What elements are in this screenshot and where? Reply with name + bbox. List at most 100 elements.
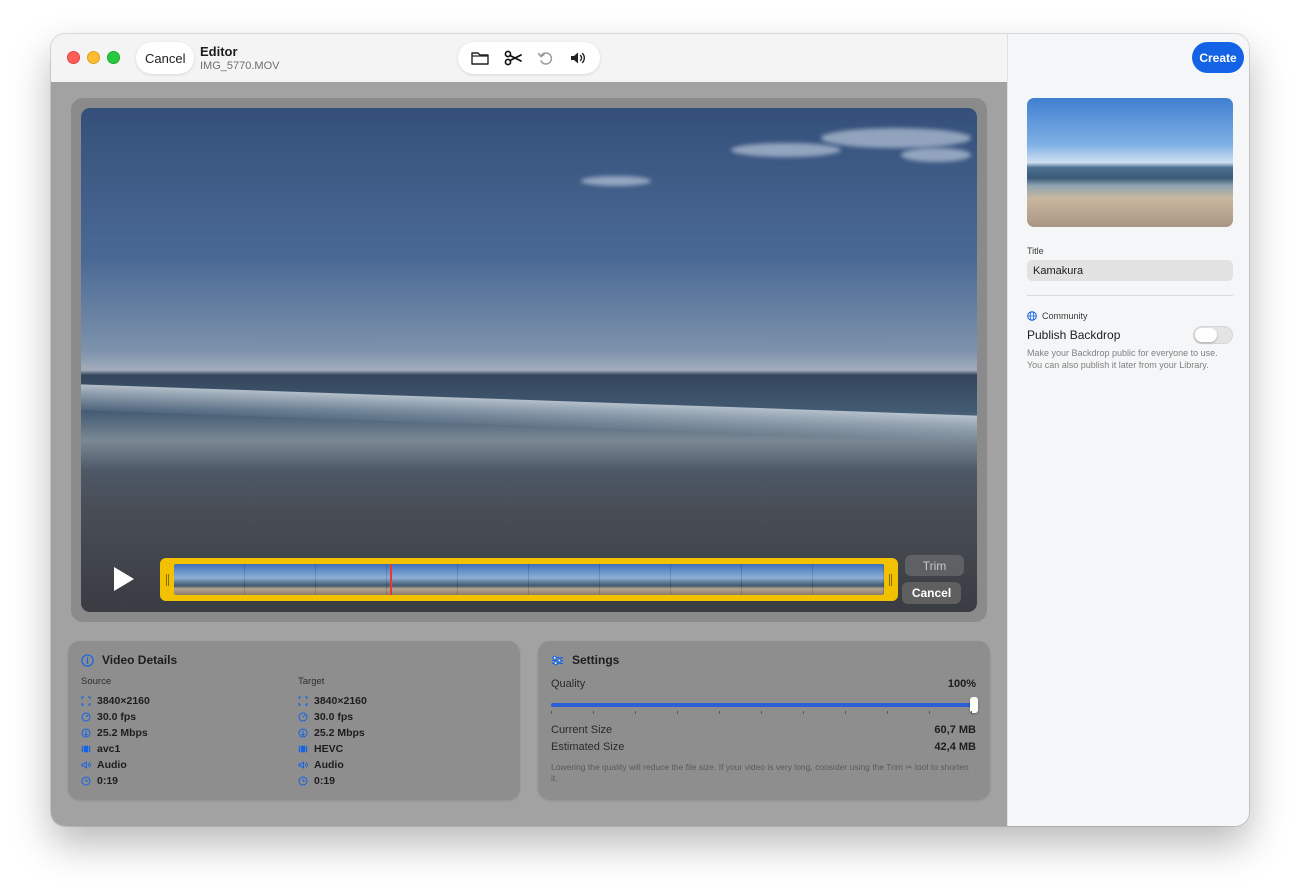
speaker-icon[interactable] <box>566 46 590 70</box>
estimated-size-value: 42,4 MB <box>934 741 976 753</box>
backdrop-thumbnail <box>1027 98 1233 227</box>
play-button[interactable] <box>111 566 135 592</box>
trim-start-handle[interactable] <box>166 574 169 586</box>
source-row: 25.2 Mbps <box>81 725 150 741</box>
video-frame: Trim Cancel <box>71 98 987 622</box>
publish-toggle-knob <box>1195 328 1217 342</box>
window-title: Editor <box>200 44 238 59</box>
duration-icon <box>81 776 91 786</box>
settings-heading: Settings <box>551 653 619 667</box>
timeline-frame <box>316 564 387 595</box>
toolbar <box>458 42 600 74</box>
community-section-label: Community <box>1027 311 1088 321</box>
publish-description: Make your Backdrop public for everyone t… <box>1027 348 1218 370</box>
settings-title: Settings <box>572 653 620 667</box>
target-row: 30.0 fps <box>298 709 367 725</box>
source-value: Audio <box>97 759 127 771</box>
title-label: Title <box>1027 246 1044 256</box>
duration-icon <box>298 776 308 786</box>
cloud <box>901 148 971 162</box>
timeline-frame <box>387 564 458 595</box>
source-row: 3840×2160 <box>81 693 150 709</box>
quality-label: Quality <box>551 678 586 690</box>
trim-button[interactable]: Trim <box>905 555 964 576</box>
cloud <box>731 143 841 157</box>
trim-timeline[interactable] <box>160 558 898 601</box>
timeline-frame <box>600 564 671 595</box>
play-icon <box>114 567 134 591</box>
cloud <box>821 128 971 148</box>
audio-icon <box>81 761 91 769</box>
video-details-heading: Video Details <box>81 653 177 667</box>
target-row: 3840×2160 <box>298 693 367 709</box>
timeline-frame <box>813 564 884 595</box>
globe-icon <box>1027 311 1037 321</box>
resolution-icon <box>298 696 308 706</box>
create-button[interactable]: Create <box>1192 42 1244 73</box>
target-column: Target 3840×2160 30.0 fps 25.2 Mbps HEVC Aud… <box>298 676 367 789</box>
quality-value: 100% <box>947 678 976 690</box>
title-block: Editor IMG_5770.MOV <box>200 44 279 72</box>
source-row: Audio <box>81 757 150 773</box>
minimize-window-button[interactable] <box>87 51 100 64</box>
video-preview[interactable]: Trim Cancel <box>81 108 977 612</box>
rotate-icon[interactable] <box>533 46 557 70</box>
target-row: Audio <box>298 757 367 773</box>
timeline-frame <box>742 564 813 595</box>
divider <box>1027 295 1233 296</box>
timeline-frame <box>174 564 245 595</box>
source-row: avc1 <box>81 741 150 757</box>
playhead[interactable] <box>390 564 392 595</box>
quality-note: Lowering the quality will reduce the fil… <box>551 762 969 783</box>
settings-panel: Settings Quality 100% Current Size 60,7 … <box>538 641 990 800</box>
zoom-window-button[interactable] <box>107 51 120 64</box>
video-details-panel: Video Details Source 3840×2160 30.0 fps 25… <box>68 641 520 800</box>
source-label: Source <box>81 676 112 687</box>
publish-toggle[interactable] <box>1193 326 1233 344</box>
bitrate-icon <box>298 728 308 738</box>
audio-icon <box>298 761 308 769</box>
framerate-icon <box>298 712 308 722</box>
quality-slider[interactable] <box>551 697 978 713</box>
file-name: IMG_5770.MOV <box>200 60 280 72</box>
source-value: 30.0 fps <box>97 711 137 723</box>
target-row: 0:19 <box>298 773 367 789</box>
current-size-label: Current Size <box>551 724 613 736</box>
timeline-frames <box>174 564 884 595</box>
cancel-trim-button[interactable]: Cancel <box>902 582 961 604</box>
target-value: Audio <box>314 759 344 771</box>
scissors-icon[interactable] <box>501 46 525 70</box>
publish-label: Publish Backdrop <box>1027 328 1121 342</box>
cloud <box>581 176 651 186</box>
timeline-frame <box>458 564 529 595</box>
source-value: avc1 <box>97 743 121 755</box>
source-column: Source 3840×2160 30.0 fps 25.2 Mbps avc1 Aud… <box>81 676 150 789</box>
target-value: 3840×2160 <box>314 695 367 707</box>
source-value: 25.2 Mbps <box>97 727 148 739</box>
source-value: 3840×2160 <box>97 695 150 707</box>
info-icon <box>81 653 94 667</box>
inspector-sidebar: Create Title Community Publish Backdrop … <box>1007 34 1249 826</box>
close-window-button[interactable] <box>67 51 80 64</box>
timeline-frame <box>529 564 600 595</box>
target-label: Target <box>298 676 325 687</box>
target-value: 30.0 fps <box>314 711 354 723</box>
trim-end-handle[interactable] <box>889 574 892 586</box>
timeline-frame <box>671 564 742 595</box>
estimated-size-label: Estimated Size <box>551 741 625 753</box>
editor-window: Cancel Editor IMG_5770.MOV Trim Cancel V… <box>51 34 1249 826</box>
title-input[interactable] <box>1027 260 1233 281</box>
community-label: Community <box>1042 311 1088 321</box>
codec-icon <box>81 745 91 753</box>
target-row: 25.2 Mbps <box>298 725 367 741</box>
bitrate-icon <box>81 728 91 738</box>
quality-ticks <box>551 711 972 714</box>
editor-main-pane: Trim Cancel Video Details Source 3840×21… <box>51 82 1007 826</box>
wave <box>81 384 977 442</box>
target-value: HEVC <box>314 743 344 755</box>
source-value: 0:19 <box>97 775 119 787</box>
sliders-icon <box>551 655 564 665</box>
folder-icon[interactable] <box>468 46 492 70</box>
cancel-button[interactable]: Cancel <box>136 42 195 74</box>
video-details-title: Video Details <box>102 653 178 667</box>
